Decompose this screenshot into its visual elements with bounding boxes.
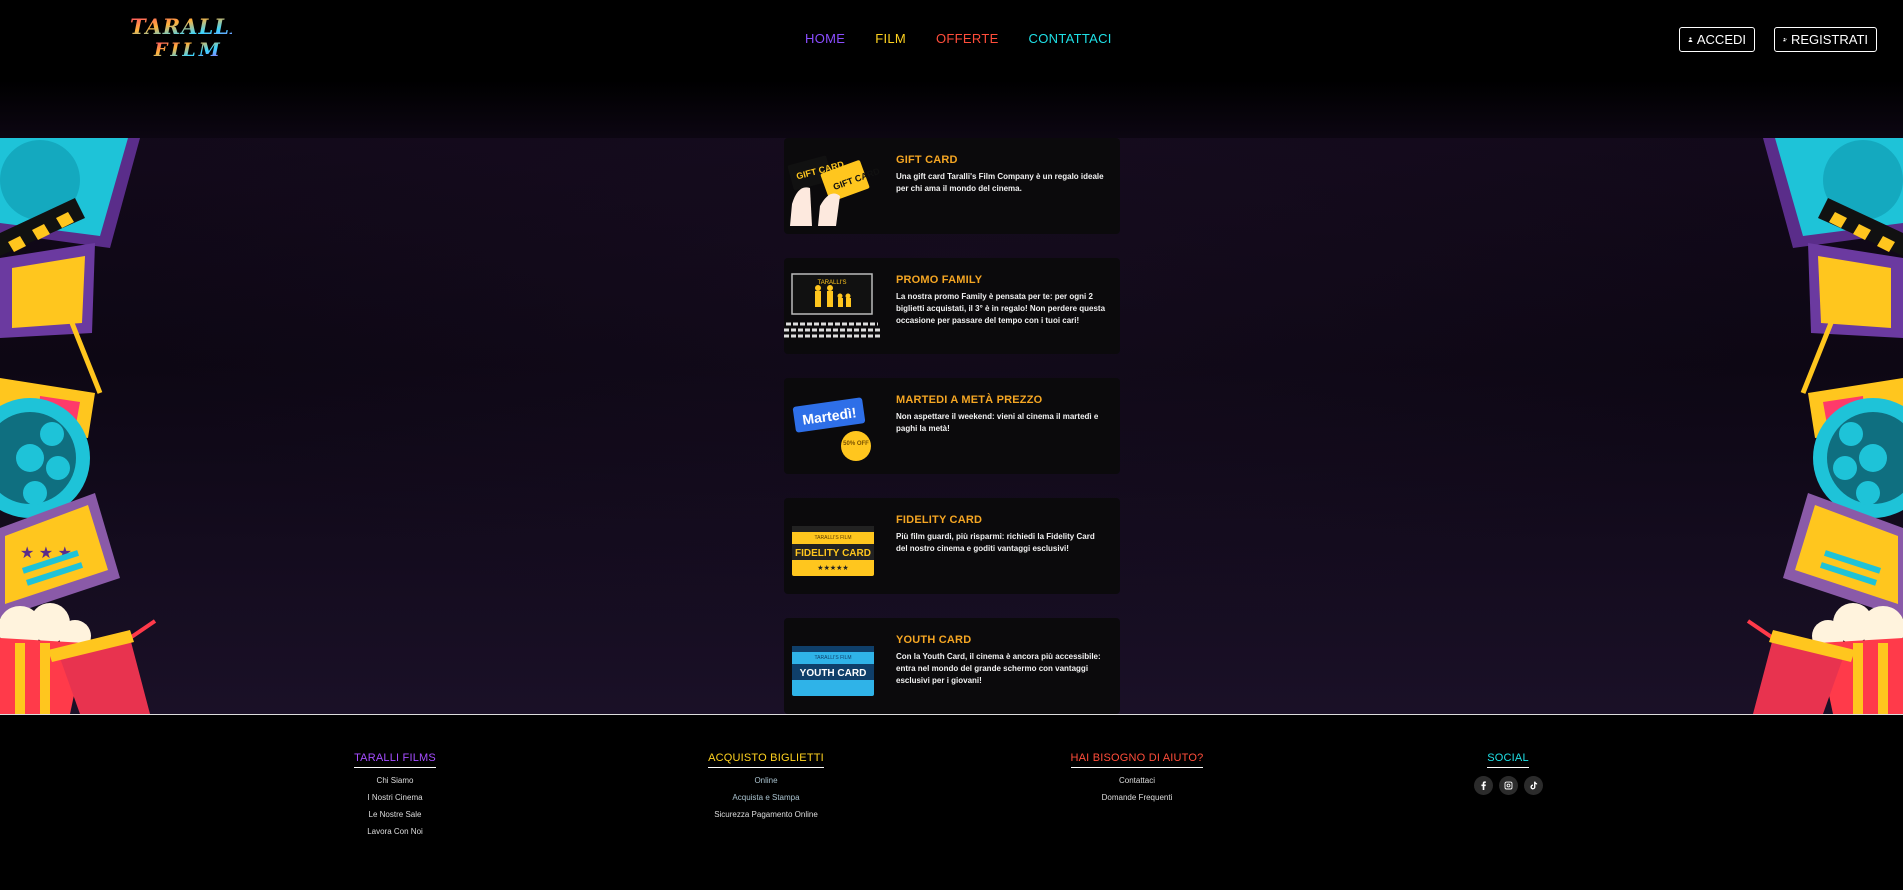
offer-title: YOUTH CARD	[896, 634, 972, 646]
offer-card-family[interactable]: TARALLI'S PROMO FAMILY La nostra promo F…	[784, 258, 1120, 354]
register-button[interactable]: REGISTRATI	[1774, 27, 1877, 52]
tiktok-icon[interactable]	[1523, 776, 1543, 795]
main-nav: HOME FILM OFFERTE CONTATTACI	[805, 31, 1142, 47]
youth-card-image: TARALLI'S FILM YOUTH CARD	[784, 626, 880, 706]
user-icon	[1688, 37, 1693, 42]
user-plus-icon	[1783, 37, 1787, 42]
svg-text:TARALLI'S FILM: TARALLI'S FILM	[815, 535, 852, 541]
footer-link[interactable]: Acquista e Stampa	[700, 789, 832, 806]
top-band	[0, 80, 1903, 138]
facebook-icon[interactable]	[1473, 776, 1493, 795]
fidelity-card-image: TARALLI'S FILM FIDELITY CARD ★★★★★	[784, 506, 880, 586]
footer-col-title: TARALLI FILMS	[354, 752, 436, 768]
login-label: ACCEDI	[1696, 32, 1746, 47]
footer-col-social: SOCIAL	[1458, 748, 1558, 795]
footer-link[interactable]: Domande Frequenti	[1067, 789, 1207, 806]
footer: TARALLI FILMS Chi Siamo I Nostri Cinema …	[0, 714, 1903, 890]
svg-text:★★★★★: ★★★★★	[817, 564, 848, 572]
nav-contattaci[interactable]: CONTATTACI	[1029, 31, 1112, 47]
nav-offerte[interactable]: OFFERTE	[936, 31, 999, 47]
footer-col-title: HAI BISOGNO DI AIUTO?	[1070, 752, 1204, 768]
footer-col-tickets: ACQUISTO BIGLIETTI Online Acquista e Sta…	[700, 748, 832, 823]
offer-card-gift[interactable]: GIFT CARD GIFT CARD GIFT CARD Una gift c…	[784, 138, 1120, 234]
social-links	[1458, 776, 1558, 795]
right-cinema-decoration	[1728, 138, 1903, 714]
footer-link[interactable]: Online	[700, 772, 832, 789]
svg-text:50% OFF: 50% OFF	[843, 441, 869, 447]
footer-link[interactable]: I Nostri Cinema	[345, 789, 445, 806]
offer-card-youth[interactable]: TARALLI'S FILM YOUTH CARD YOUTH CARD Con…	[784, 618, 1120, 714]
footer-link[interactable]: Chi Siamo	[345, 772, 445, 789]
offer-title: PROMO FAMILY	[896, 274, 983, 286]
svg-text:FIDELITY CARD: FIDELITY CARD	[795, 548, 871, 559]
family-cinema-image: TARALLI'S	[784, 266, 880, 346]
offer-description: Non aspettare il weekend: vieni al cinem…	[896, 412, 1099, 433]
offer-description: Più film guardi, più risparmi: richiedi …	[896, 532, 1095, 553]
footer-col-taralli: TARALLI FILMS Chi Siamo I Nostri Cinema …	[345, 748, 445, 840]
svg-text:FILM: FILM	[153, 39, 223, 60]
navbar: TARALLI's FILM HOME FILM OFFERTE CONTATT…	[0, 0, 1903, 80]
nav-film[interactable]: FILM	[875, 31, 906, 47]
offer-card-tuesday[interactable]: Martedì! 50% OFF MARTEDI A METÀ PREZZO N…	[784, 378, 1120, 474]
svg-text:TARALLI's: TARALLI's	[130, 14, 232, 39]
offer-description: Con la Youth Card, il cinema è ancora pi…	[896, 652, 1101, 685]
footer-link[interactable]: Contattaci	[1067, 772, 1207, 789]
offer-title: GIFT CARD	[896, 154, 958, 166]
svg-text:YOUTH CARD: YOUTH CARD	[800, 668, 867, 679]
instagram-icon[interactable]	[1498, 776, 1518, 795]
gift-card-image: GIFT CARD GIFT CARD	[784, 146, 882, 226]
left-cinema-decoration: ★ ★ ★	[0, 138, 175, 714]
svg-text:TARALLI'S FILM: TARALLI'S FILM	[815, 655, 852, 661]
footer-link[interactable]: Le Nostre Sale	[345, 806, 445, 823]
footer-col-title: SOCIAL	[1487, 752, 1529, 768]
offer-title: MARTEDI A METÀ PREZZO	[896, 394, 1043, 406]
footer-col-help: HAI BISOGNO DI AIUTO? Contattaci Domande…	[1067, 748, 1207, 806]
offer-title: FIDELITY CARD	[896, 514, 983, 526]
footer-link[interactable]: Sicurezza Pagamento Online	[700, 806, 832, 823]
offer-description: Una gift card Taralli's Film Company è u…	[896, 172, 1104, 193]
login-button[interactable]: ACCEDI	[1679, 27, 1755, 52]
offer-card-fidelity[interactable]: TARALLI'S FILM FIDELITY CARD ★★★★★ FIDEL…	[784, 498, 1120, 594]
footer-link[interactable]: Lavora Con Noi	[345, 823, 445, 840]
register-label: REGISTRATI	[1790, 32, 1868, 47]
tuesday-half-price-image: Martedì! 50% OFF	[784, 386, 880, 466]
svg-text:TARALLI'S: TARALLI'S	[817, 280, 846, 286]
offers-section: ★ ★ ★ GIFT CARD GIFT CARD GIFT CARD Una …	[0, 80, 1903, 714]
brand-logo[interactable]: TARALLI's FILM	[128, 10, 260, 61]
footer-col-title: ACQUISTO BIGLIETTI	[708, 752, 824, 768]
offer-description: La nostra promo Family è pensata per te:…	[896, 292, 1106, 325]
nav-home[interactable]: HOME	[805, 31, 845, 47]
